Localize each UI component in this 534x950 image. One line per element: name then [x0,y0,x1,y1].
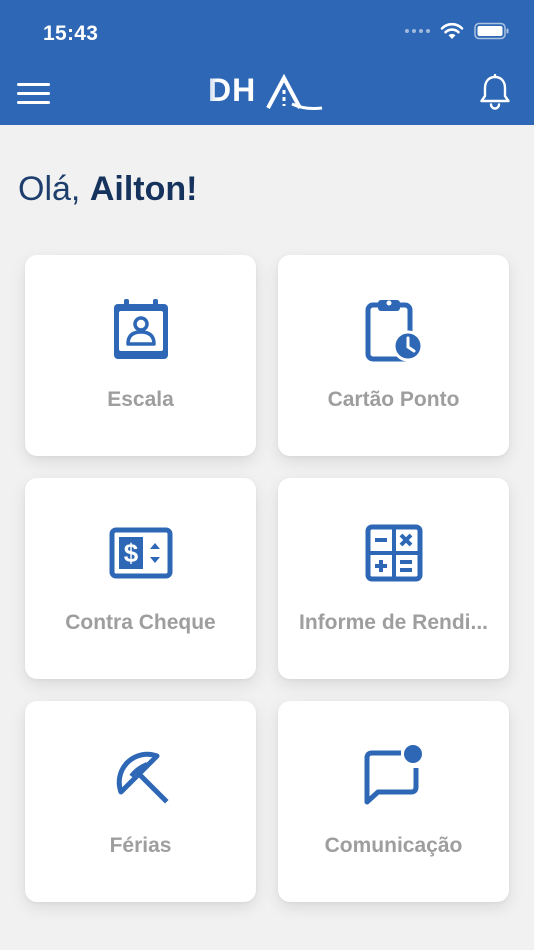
informe-rendimentos-card[interactable]: Informe de Rendi... [278,478,509,679]
hamburger-menu-icon [17,83,50,86]
cellular-signal-icon [405,29,430,33]
money-bill-icon: $ [106,518,176,588]
badge-calendar-icon [106,295,176,365]
escala-label: Escala [107,388,174,411]
user-name: Ailton! [89,170,198,208]
svg-text:$: $ [123,538,138,568]
contra-cheque-card[interactable]: $ Contra Cheque [25,478,256,679]
bell-icon[interactable] [478,74,512,110]
menu-button[interactable] [17,83,51,107]
status-icons [405,22,510,40]
calculator-icon [359,518,429,588]
greeting: Olá, Ailton! [18,170,197,209]
cartao-ponto-card[interactable]: Cartão Ponto [278,255,509,456]
status-time: 15:43 [43,22,99,45]
clipboard-clock-icon [359,295,429,365]
dho-logo: DH [180,68,323,114]
escala-card[interactable]: Escala [25,255,256,456]
greeting-prefix: Olá, [18,170,90,208]
message-notification-icon [359,741,429,811]
battery-icon [474,22,509,40]
comunicacao-label: Comunicação [324,834,463,857]
top-app-bar: 15:43 DH [0,0,534,125]
contra-cheque-label: Contra Cheque [65,611,216,634]
beach-umbrella-icon [106,741,176,811]
hamburger-line [17,101,50,104]
ferias-label: Férias [109,834,172,857]
cartao-ponto-label: Cartão Ponto [327,388,460,411]
comunicacao-card[interactable]: Comunicação [278,701,509,902]
wifi-icon [440,22,464,39]
hamburger-line [17,92,50,95]
informe-rendimentos-label: Informe de Rendi... [298,611,489,634]
ferias-card[interactable]: Férias [25,701,256,902]
